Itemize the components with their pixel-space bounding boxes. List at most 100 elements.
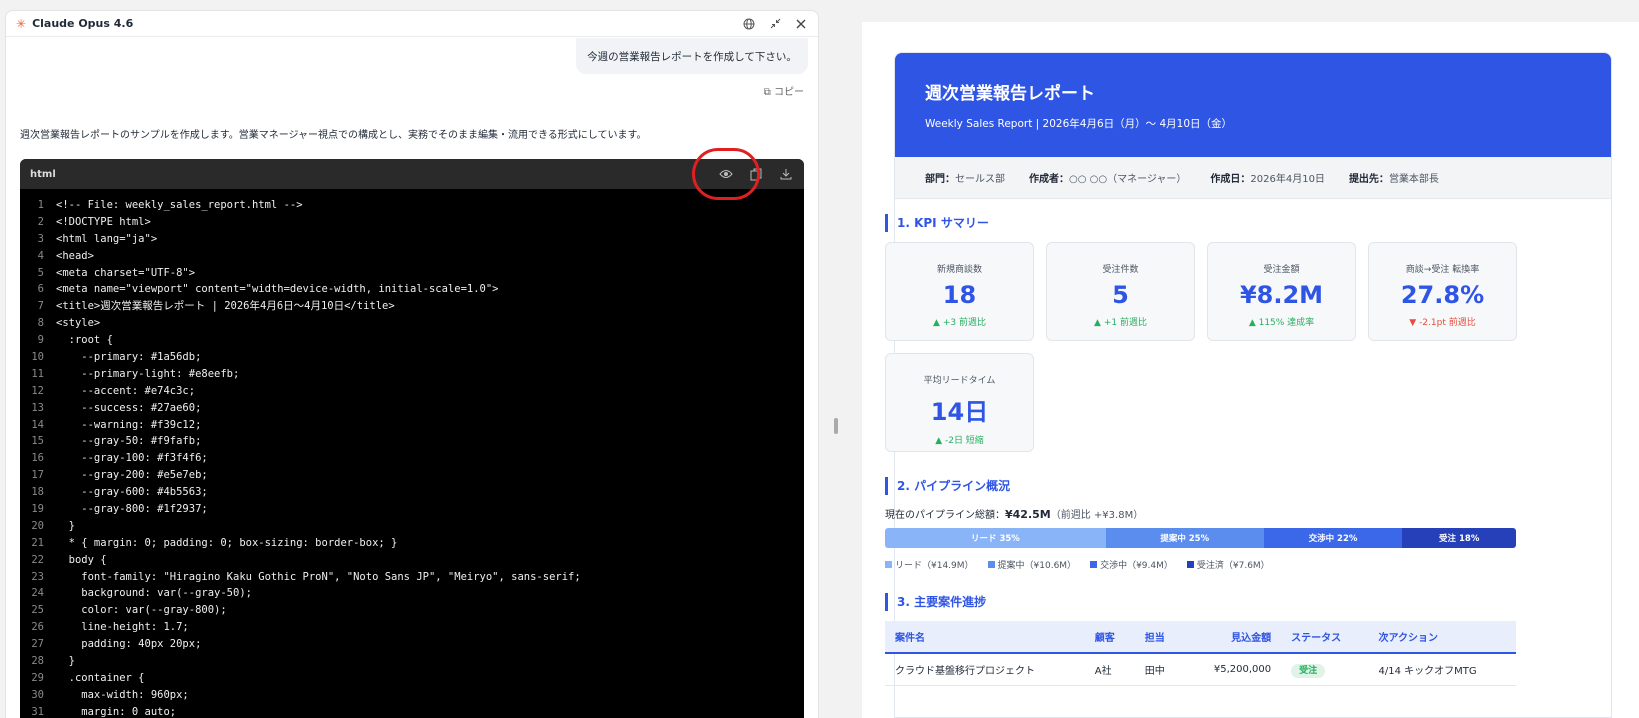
code-line: 29 .container { bbox=[20, 670, 804, 687]
legend-label: 交渉中（¥9.4M） bbox=[1100, 561, 1173, 571]
line-number: 20 bbox=[31, 519, 44, 532]
line-text: :root { bbox=[56, 334, 113, 347]
line-text: --gray-100: #f3f4f6; bbox=[56, 452, 208, 465]
code-line: 9 :root { bbox=[20, 332, 804, 349]
code-line: 7 <title>週次営業報告レポート | 2026年4月6日〜4月10日</ti… bbox=[20, 298, 804, 315]
copy-button[interactable]: ⧉ コピー bbox=[764, 83, 804, 98]
line-text: margin: 0 auto; bbox=[56, 705, 177, 718]
report-meta: 部門：セールス部 作成者：○○ ○○（マネージャー） 作成日：2026年4月10… bbox=[895, 157, 1611, 199]
line-number: 3 bbox=[37, 232, 44, 245]
line-text: font-family: "Hiragino Kaku Gothic ProN"… bbox=[56, 570, 581, 583]
collapse-icon[interactable] bbox=[768, 17, 782, 31]
table-header-cell: 見込金額 bbox=[1184, 621, 1282, 654]
line-text: --accent: #e74c3c; bbox=[56, 384, 196, 397]
code-line: 25 color: var(--gray-800); bbox=[20, 602, 804, 619]
kpi-value: 5 bbox=[1112, 281, 1129, 309]
code-line: 31 margin: 0 auto; bbox=[20, 704, 804, 718]
line-text: .container { bbox=[56, 671, 145, 684]
claude-logo-icon: ✳ bbox=[16, 16, 27, 31]
line-text: background: var(--gray-50); bbox=[56, 587, 252, 600]
table-cell: 田中 bbox=[1134, 653, 1185, 686]
line-number: 10 bbox=[31, 351, 44, 364]
report-title: 週次営業報告レポート bbox=[925, 84, 1095, 104]
line-text: } bbox=[56, 655, 75, 668]
line-text: --gray-50: #f9fafb; bbox=[56, 435, 202, 448]
line-text: <meta name="viewport" content="width=dev… bbox=[56, 283, 499, 296]
pipeline-segment: 受注 18% bbox=[1402, 528, 1516, 548]
line-text: <!-- File: weekly_sales_report.html --> bbox=[56, 199, 303, 211]
line-number: 30 bbox=[31, 688, 44, 701]
kpi-value: ¥8.2M bbox=[1239, 281, 1324, 309]
meta-dept-label: 部門： bbox=[925, 174, 955, 185]
pipeline-bar: リード 35% 提案中 25% 交渉中 22% 受注 18% bbox=[885, 528, 1516, 548]
kpi-label: 平均リードタイム bbox=[923, 376, 996, 386]
close-icon[interactable] bbox=[794, 17, 808, 31]
legend-item: リード（¥14.9M） bbox=[885, 558, 974, 571]
line-number: 14 bbox=[31, 418, 44, 431]
meta-author: ○○ ○○（マネージャー） bbox=[1069, 174, 1187, 185]
divider-grip[interactable] bbox=[834, 418, 838, 434]
code-line: 26 line-height: 1.7; bbox=[20, 619, 804, 636]
table-header-cell: 次アクション bbox=[1368, 621, 1516, 654]
line-text: <head> bbox=[56, 249, 94, 262]
panel-title: Claude Opus 4.6 bbox=[32, 17, 134, 30]
code-line: 19 --gray-800: #1f2937; bbox=[20, 501, 804, 518]
code-toolbar: html bbox=[20, 159, 804, 189]
meta-dept: セールス部 bbox=[955, 174, 1005, 185]
code-line: 12 --accent: #e74c3c; bbox=[20, 383, 804, 400]
pipeline-total-change: （前週比 +¥3.8M） bbox=[1050, 510, 1144, 521]
table-header: 案件名 顧客 担当 見込金額 ステータス 次アクション bbox=[885, 621, 1516, 654]
status-badge: 受注 bbox=[1291, 663, 1326, 678]
report-header: 週次営業報告レポート Weekly Sales Report | 2026年4月… bbox=[895, 53, 1611, 157]
code-line: 18 --gray-600: #4b5563; bbox=[20, 484, 804, 501]
code-line: 30 max-width: 960px; bbox=[20, 687, 804, 704]
line-number: 19 bbox=[31, 503, 44, 516]
line-number: 7 bbox=[37, 300, 44, 313]
globe-icon[interactable] bbox=[742, 17, 756, 31]
code-line: 23 font-family: "Hiragino Kaku Gothic Pr… bbox=[20, 569, 804, 586]
line-text: --gray-600: #4b5563; bbox=[56, 486, 208, 499]
section-kpi-title: 1. KPI サマリー bbox=[885, 214, 989, 232]
pipeline-total: 現在のパイプライン総額：¥42.5M（前週比 +¥3.8M） bbox=[885, 506, 1143, 521]
code-line: 16 --gray-100: #f3f4f6; bbox=[20, 450, 804, 467]
line-number: 4 bbox=[37, 249, 44, 262]
assistant-intro: 週次営業報告レポートのサンプルを作成します。営業マネージャー視点での構成とし、実… bbox=[20, 130, 647, 141]
kpi-value: 18 bbox=[942, 281, 977, 309]
table-cell: 4/14 キックオフMTG bbox=[1368, 653, 1516, 686]
meta-date: 2026年4月10日 bbox=[1250, 174, 1325, 185]
table-cell: ¥5,200,000 bbox=[1184, 653, 1282, 686]
line-number: 17 bbox=[31, 469, 44, 482]
line-number: 6 bbox=[37, 283, 44, 296]
line-text: body { bbox=[56, 553, 107, 566]
kpi-change: ▲ 115% 達成率 bbox=[1248, 318, 1315, 328]
pipeline-legend: リード（¥14.9M） 提案中（¥10.6M） 交渉中（¥9.4M） 受注済（¥7.6… bbox=[885, 558, 1284, 571]
line-number: 1 bbox=[37, 199, 44, 211]
kpi-label: 商談→受注 転換率 bbox=[1405, 265, 1480, 275]
code-lines: 1 <!-- File: weekly_sales_report.html -->… bbox=[20, 189, 804, 718]
meta-date-label: 作成日： bbox=[1210, 174, 1251, 185]
line-text: <title>週次営業報告レポート | 2026年4月6日〜4月10日</tit… bbox=[56, 300, 395, 313]
kpi-value: 27.8% bbox=[1400, 281, 1485, 309]
pipeline-segment: リード 35% bbox=[885, 528, 1106, 548]
pipeline-segment: 交渉中 22% bbox=[1263, 528, 1403, 548]
chat-panel: ✳ Claude Opus 4.6 今週の営業報告レポートを作成して下さい。 ⧉… bbox=[5, 10, 819, 718]
code-line: 4 <head> bbox=[20, 248, 804, 265]
highlight-circle bbox=[692, 148, 760, 200]
copy-label: コピー bbox=[774, 87, 804, 98]
legend-item: 受注済（¥7.6M） bbox=[1186, 558, 1270, 571]
table-header-cell: 担当 bbox=[1134, 621, 1185, 654]
panel-header: ✳ Claude Opus 4.6 bbox=[6, 11, 818, 37]
meta-to: 営業本部長 bbox=[1388, 174, 1439, 185]
panel-divider[interactable] bbox=[834, 0, 838, 718]
legend-swatch bbox=[885, 561, 892, 568]
download-icon[interactable] bbox=[778, 166, 794, 182]
line-number: 15 bbox=[31, 435, 44, 448]
pipeline-total-label: 現在のパイプライン総額： bbox=[885, 510, 1005, 521]
table-header-cell: 案件名 bbox=[885, 621, 1085, 654]
line-number: 2 bbox=[37, 215, 44, 228]
line-text: --gray-200: #e5e7eb; bbox=[56, 469, 208, 482]
line-number: 31 bbox=[31, 705, 44, 718]
line-number: 28 bbox=[31, 655, 44, 668]
line-number: 12 bbox=[31, 384, 44, 397]
line-number: 9 bbox=[37, 334, 44, 347]
